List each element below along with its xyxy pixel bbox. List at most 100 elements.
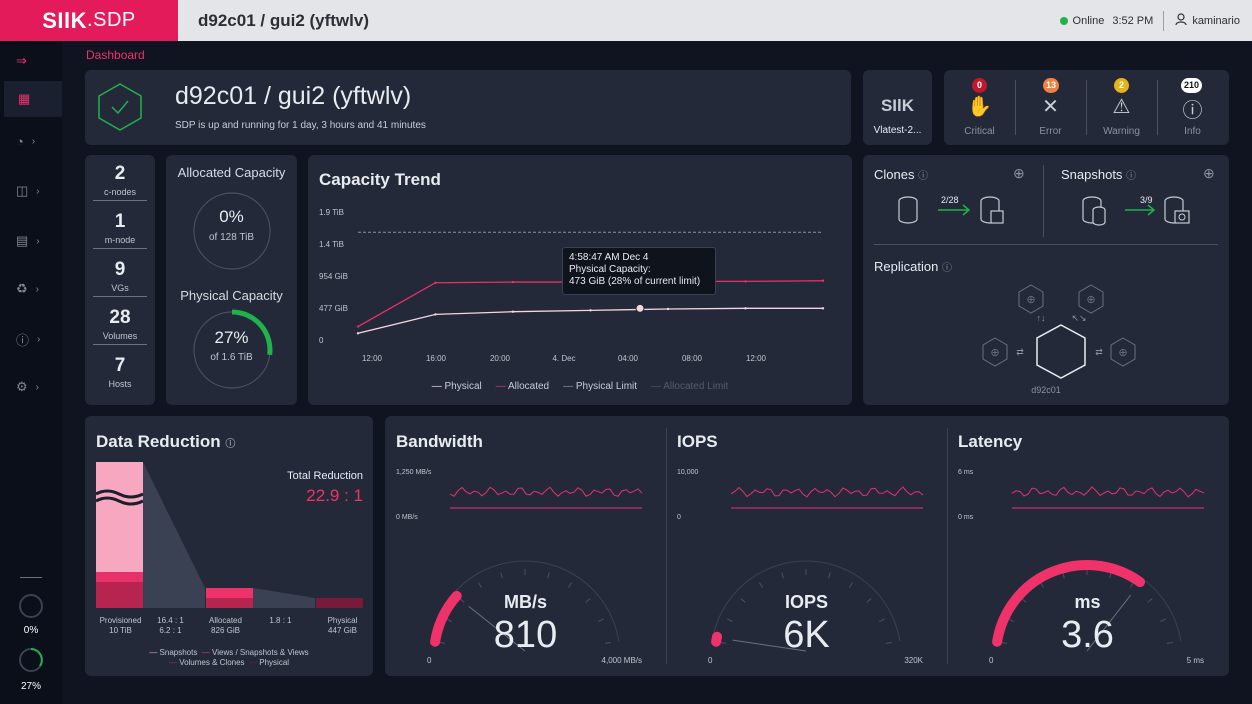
alert-label: Critical <box>964 126 995 137</box>
chevron-right-icon: › <box>37 333 41 345</box>
gauge-tick <box>758 582 764 588</box>
storage-icon: ▤ <box>16 233 29 248</box>
stat-value: 7 <box>114 355 126 376</box>
system-uptime: SDP is up and running for 1 day, 3 hours… <box>175 120 426 131</box>
add-clone-icon[interactable]: ⊕ <box>1013 165 1025 182</box>
window-title: d92c01 / gui2 (yftwlv) <box>198 10 369 30</box>
stat-volumes[interactable]: 28 Volumes <box>85 307 155 345</box>
latency-section: Latency 6 ms 0 ms ms 3.6 0 5 ms <box>947 416 1228 676</box>
svg-text:⇄: ⇄ <box>1095 347 1103 357</box>
info-icon[interactable]: ⓘ <box>942 263 952 274</box>
version-tile[interactable]: SIlK Vlatest-2... <box>863 70 932 145</box>
clones-ratio: 2/28 <box>941 195 959 205</box>
data-reduction-chart[interactable] <box>85 416 373 616</box>
brand-logo[interactable]: SIlK .SDP <box>0 0 178 41</box>
clones-diagram <box>898 196 1004 224</box>
legend-item[interactable]: — Physical Limit <box>563 381 637 392</box>
legend-item: Views / Snapshots & Views <box>212 648 309 657</box>
sidebar-item-volumes[interactable]: ◫ › <box>16 181 56 201</box>
gauge-tick <box>477 582 483 588</box>
gauge-tick <box>567 582 573 588</box>
info-icon[interactable]: ⓘ <box>1126 171 1136 182</box>
iops-max-label: 320K <box>904 656 923 665</box>
alert-label: Warning <box>1103 126 1140 137</box>
stats-panel: 2 c-nodes 1 m-node 9 VGs 28 Volumes 7 Hosts <box>85 155 155 405</box>
allocated-capacity-ring <box>193 192 271 270</box>
user-icon[interactable] <box>1174 12 1188 29</box>
gauge-tick <box>848 582 854 588</box>
legend-item[interactable]: — Physical <box>432 381 482 392</box>
reduction-column-value: 447 GiB <box>328 626 357 635</box>
info-icon: ⓘ <box>16 332 30 348</box>
svg-text:⊕: ⊕ <box>1118 347 1127 359</box>
stat-hosts[interactable]: 7 Hosts <box>85 355 155 392</box>
protection-panel: Clones ⓘ ⊕ 2/28 Snapshots ⓘ ⊕ 3/9 Replic… <box>863 155 1229 405</box>
reduction-column: Allocated 826 GiB <box>198 616 253 636</box>
stat-c-nodes[interactable]: 2 c-nodes <box>85 163 155 201</box>
sidebar-item-info[interactable]: ⓘ › <box>16 329 56 349</box>
clones-title: Clones ⓘ <box>874 167 929 182</box>
breadcrumb[interactable]: Dashboard <box>86 48 145 62</box>
data-point <box>356 325 360 328</box>
legend-item: Snapshots <box>159 648 198 657</box>
user-menu[interactable]: kaminario <box>1192 15 1240 27</box>
alert-label: Error <box>1039 126 1062 137</box>
latency-min-label: 0 <box>989 656 994 665</box>
alert-error[interactable]: 13 ✕ Error <box>1015 70 1086 145</box>
sidebar-item-storage[interactable]: ▤ › <box>16 231 56 251</box>
stat-value: 2 <box>114 163 126 184</box>
menu-toggle-icon[interactable]: ⇒ <box>16 51 56 71</box>
alert-info[interactable]: 210 ⓘ Info <box>1157 70 1228 145</box>
allocated-capacity-pct: 0% <box>219 207 244 226</box>
volumes-icon: ◫ <box>16 183 29 198</box>
stat-vgs[interactable]: 9 VGs <box>85 259 155 297</box>
replication-diagram[interactable]: ⊕ ⊕ ⊕ ⊕ ↑↓ ↖↘ ⇄ ⇄ <box>973 275 1153 395</box>
physical-mini-ring <box>19 648 43 672</box>
latency-value: 3.6 <box>1061 614 1114 656</box>
allocated-mini-pct: 0% <box>23 625 39 636</box>
gauge-icon: ◔ <box>16 133 24 149</box>
add-snapshot-icon[interactable]: ⊕ <box>1203 165 1215 182</box>
svg-text:↖↘: ↖↘ <box>1071 313 1086 323</box>
replication-icon: ♻ <box>16 281 28 296</box>
clock: 3:52 PM <box>1112 14 1154 27</box>
allocated-mini-ring <box>19 594 43 618</box>
reduction-column-value: 10 TiB <box>109 626 132 635</box>
alert-warning[interactable]: 2 ⚠ Warning <box>1086 70 1157 145</box>
allocated-capacity-title: Allocated Capacity <box>177 165 286 180</box>
warning-icon: ⚠ <box>1112 96 1131 118</box>
data-point <box>821 307 825 310</box>
sidebar-item-dashboard[interactable]: ▦ <box>4 81 62 117</box>
legend-item[interactable]: — Allocated Limit <box>651 381 728 392</box>
stat-m-node[interactable]: 1 m-node <box>85 211 155 249</box>
sidebar-item-replication[interactable]: ♻ › <box>16 279 56 299</box>
reduction-column: Provisioned 10 TiB <box>93 616 148 636</box>
legend-item[interactable]: — Allocated <box>496 381 549 392</box>
iops-section: IOPS 10,000 0 IOPS 6K 0 320K <box>666 416 947 676</box>
physical-capacity-of: of 1.6 TiB <box>210 352 253 363</box>
stat-label: c-nodes <box>93 187 147 201</box>
capacity-trend-panel: Capacity Trend 1.9 TiB 1.4 TiB 954 GiB 477 … <box>308 155 852 405</box>
y-tick-label: 0 <box>319 336 324 345</box>
sidebar-item-performance[interactable]: ◔ › <box>16 131 56 151</box>
hover-point[interactable] <box>635 303 645 313</box>
reduction-column-label: Allocated <box>209 616 242 625</box>
sidebar-item-settings[interactable]: ⚙ › <box>16 377 56 397</box>
chart-tooltip: 4:58:47 AM Dec 4 Physical Capacity: 473 … <box>562 247 716 295</box>
x-tick-label: 12:00 <box>746 354 767 363</box>
physical-capacity-ring <box>193 309 273 389</box>
svg-text:⊕: ⊕ <box>1086 294 1095 306</box>
iops-min-label: 0 <box>708 656 713 665</box>
stat-label: Hosts <box>108 379 132 389</box>
data-point <box>434 281 437 284</box>
alert-critical[interactable]: 0 ✋ Critical <box>944 70 1015 145</box>
snapshots-title: Snapshots ⓘ <box>1061 167 1137 182</box>
x-tick-label: 4. Dec <box>552 354 575 363</box>
stat-label: m-node <box>93 235 147 249</box>
latency-unit: ms <box>1074 592 1101 612</box>
info-icon[interactable]: ⓘ <box>918 171 928 182</box>
version-label: Vlatest-2... <box>873 125 922 136</box>
chevron-right-icon: › <box>36 235 40 247</box>
data-point <box>666 307 670 311</box>
physical-capacity-title: Physical Capacity <box>180 288 283 303</box>
